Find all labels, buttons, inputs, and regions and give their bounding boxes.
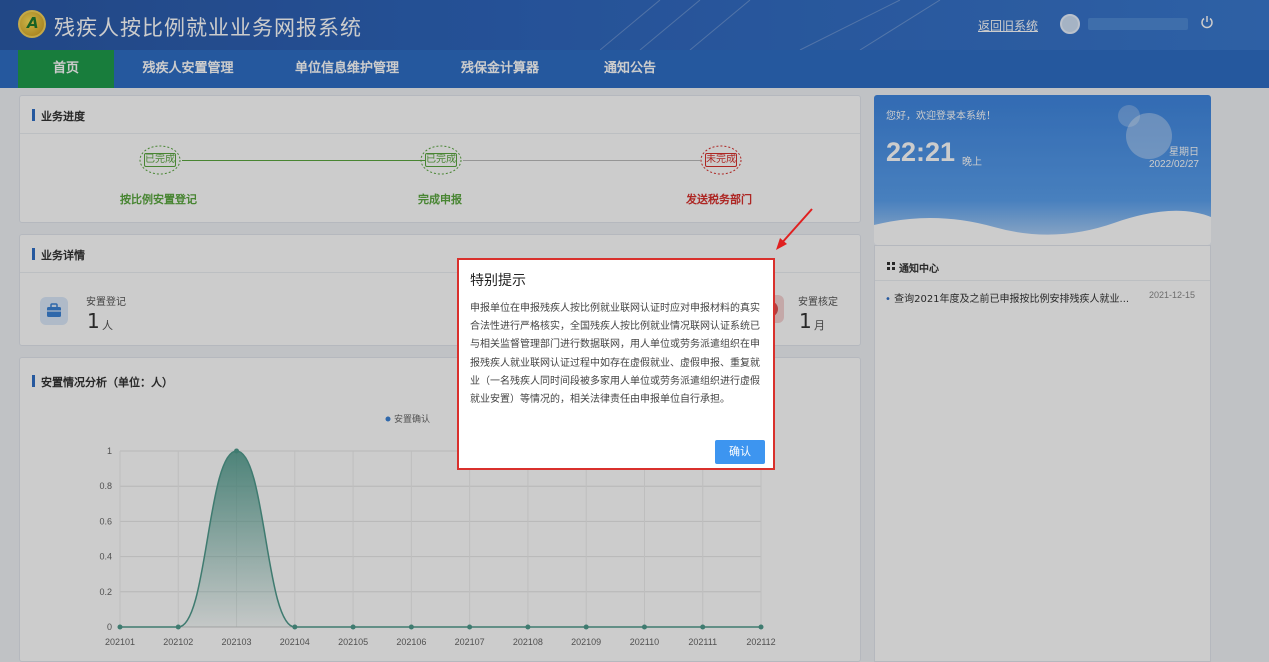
confirm-button[interactable]: 确认 bbox=[715, 440, 765, 464]
red-arrow-icon bbox=[776, 208, 813, 250]
modal-title: 特别提示 bbox=[470, 273, 526, 289]
modal-body: 申报单位在申报残疾人按比例就业联网认证时应对申报材料的真实合法性进行严格核实，全… bbox=[470, 303, 760, 406]
special-notice-modal: 特别提示 申报单位在申报残疾人按比例就业联网认证时应对申报材料的真实合法性进行严… bbox=[457, 258, 775, 470]
